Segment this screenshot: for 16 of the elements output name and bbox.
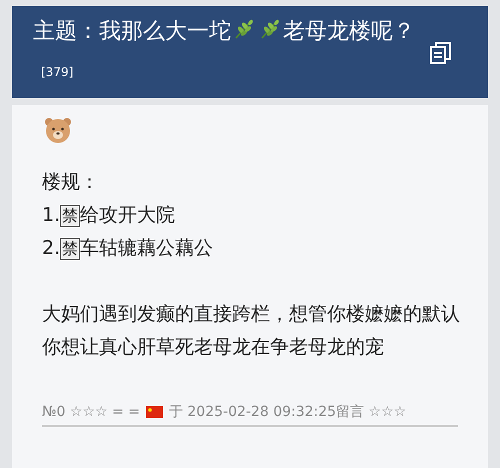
rule-text: 车轱辘藕公藕公 bbox=[80, 236, 214, 261]
reply-count: [379] bbox=[41, 65, 74, 79]
post-body: 大妈们遇到发癫的直接跨栏，想管你楼嬷嬷的默认你想让真心肝草死老母龙在争老母龙的宠 bbox=[42, 302, 461, 360]
rule-number: 2. bbox=[42, 236, 60, 261]
title-text: 主题：我那么大一坨 bbox=[33, 19, 231, 44]
title-text: 老母龙楼呢？ bbox=[283, 19, 415, 44]
post-meta: 于 2025-02-28 09:32:25留言 ☆☆☆ bbox=[168, 403, 406, 422]
flag-icon bbox=[146, 406, 163, 418]
rule-text: 给攻开大院 bbox=[80, 203, 176, 228]
prohibited-mark: 禁 bbox=[60, 238, 80, 260]
rule-number: 1. bbox=[42, 203, 60, 228]
prohibited-mark: 禁 bbox=[60, 204, 80, 226]
copy-icon[interactable] bbox=[430, 41, 452, 65]
bear-avatar-icon bbox=[44, 116, 72, 144]
rules-heading: 楼规： bbox=[42, 170, 100, 195]
post-meta: №0 ☆☆☆ = = bbox=[42, 403, 140, 422]
